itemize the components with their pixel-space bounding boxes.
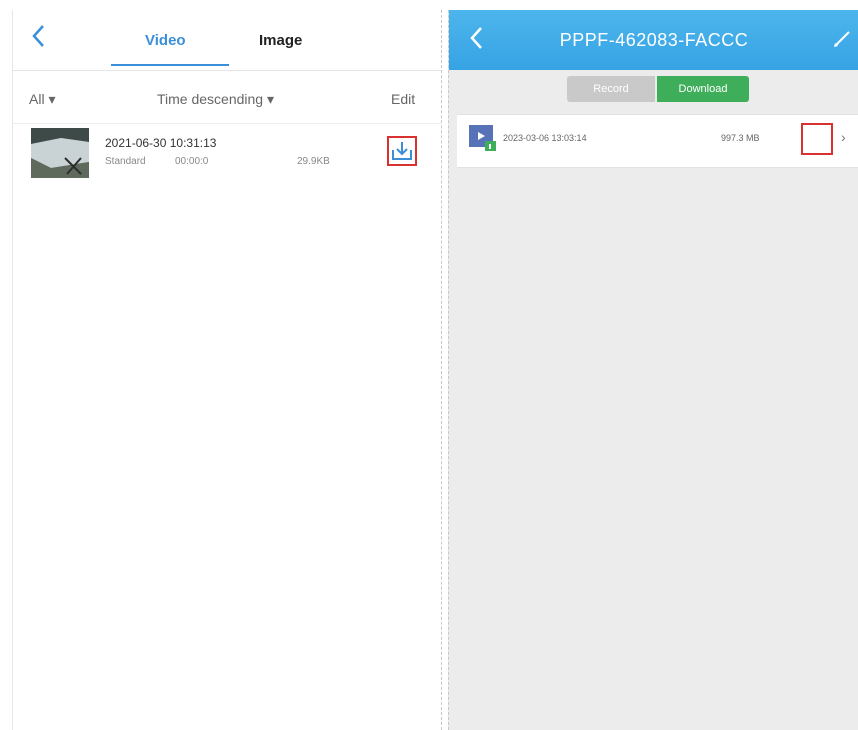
- edit-button[interactable]: Edit: [391, 91, 415, 107]
- device-title: PPPF-462083-FACCC: [559, 30, 749, 50]
- list-item[interactable]: 2023-03-06 13:03:14 997.3 MB ›: [457, 114, 858, 168]
- video-duration: 00:00:0: [175, 156, 209, 167]
- file-size: 997.3 MB: [721, 133, 760, 143]
- chevron-right-icon[interactable]: ›: [841, 129, 846, 145]
- download-button[interactable]: [387, 136, 417, 166]
- video-thumbnail[interactable]: [31, 128, 89, 178]
- sort-order-dropdown[interactable]: Time descending ▾: [157, 91, 274, 108]
- file-date: 2023-03-06 13:03:14: [503, 133, 587, 143]
- tab-image[interactable]: Image: [259, 32, 302, 49]
- download-icon: [392, 142, 412, 160]
- filter-all-dropdown[interactable]: All ▾: [29, 91, 55, 108]
- video-list-panel: Video Image All ▾ Time descending ▾ Edit…: [12, 10, 442, 730]
- back-arrow-icon[interactable]: [29, 22, 49, 50]
- device-header: PPPF-462083-FACCC: [449, 10, 858, 70]
- video-title: 2021-06-30 10:31:13: [105, 136, 217, 150]
- media-tab-header: Video Image: [13, 10, 441, 71]
- select-checkbox[interactable]: [801, 123, 833, 155]
- segment-download[interactable]: Download: [657, 76, 749, 102]
- active-tab-indicator: [111, 64, 229, 66]
- video-size: 29.9KB: [297, 156, 330, 167]
- tab-video[interactable]: Video: [145, 32, 186, 49]
- list-item[interactable]: 2021-06-30 10:31:13 Standard 00:00:0 29.…: [13, 124, 441, 184]
- device-download-panel: PPPF-462083-FACCC Record Download 2023-0…: [448, 10, 858, 730]
- segment-record[interactable]: Record: [567, 76, 655, 102]
- video-resolution: Standard: [105, 156, 146, 167]
- video-file-icon[interactable]: [469, 125, 497, 151]
- pencil-icon[interactable]: [831, 28, 853, 50]
- filter-bar: All ▾ Time descending ▾ Edit: [13, 71, 441, 124]
